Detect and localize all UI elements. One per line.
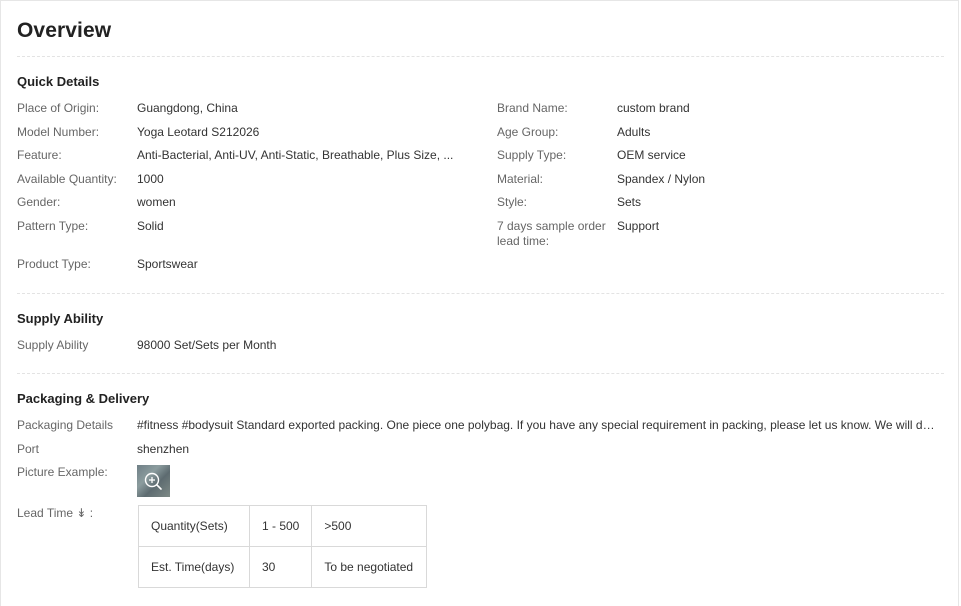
detail-label: Place of Origin: <box>17 101 100 115</box>
quick-details-heading: Quick Details <box>17 74 100 89</box>
divider <box>17 293 944 294</box>
detail-value: Solid <box>137 219 164 233</box>
detail-label: Supply Type: <box>497 148 567 162</box>
detail-value: 1000 <box>137 172 164 186</box>
detail-value: OEM service <box>617 148 686 162</box>
detail-label: Supply Ability <box>17 338 89 352</box>
detail-value: 98000 Set/Sets per Month <box>137 338 277 352</box>
detail-label: Pattern Type: <box>17 219 89 233</box>
zoom-in-icon <box>144 472 162 490</box>
supply-ability-heading: Supply Ability <box>17 311 104 326</box>
detail-label: Product Type: <box>17 257 91 271</box>
detail-value: Yoga Leotard S212026 <box>137 125 260 139</box>
lead-time-table: Quantity(Sets) 1 - 500 >500 Est. Time(da… <box>138 505 428 588</box>
picture-example-thumbnail[interactable] <box>137 465 170 497</box>
detail-label: Material: <box>497 172 544 186</box>
packaging-heading: Packaging & Delivery <box>17 391 150 406</box>
detail-value: Support <box>617 219 660 233</box>
detail-label: Packaging Details <box>17 418 114 432</box>
detail-label: Available Quantity: <box>17 172 117 186</box>
detail-value: Sets <box>617 195 642 209</box>
packaging-details-value: #fitness #bodysuit Standard exported pac… <box>137 418 940 432</box>
detail-value: Adults <box>617 125 651 139</box>
overview-panel: Overview Quick Details Place of Origin: … <box>0 0 959 606</box>
detail-label: Model Number: <box>17 125 100 139</box>
lead-time-label: Lead Time ↡ : <box>17 506 94 520</box>
table-cell: Quantity(Sets) <box>138 505 250 547</box>
detail-value: custom brand <box>617 101 690 115</box>
divider <box>17 373 944 374</box>
detail-value: Guangdong, China <box>137 101 238 115</box>
detail-label: Feature: <box>17 148 62 162</box>
detail-label: Age Group: <box>497 125 559 139</box>
detail-label: Brand Name: <box>497 101 568 115</box>
detail-label: 7 days sample order lead time: <box>497 219 606 248</box>
detail-value: women <box>137 195 176 209</box>
table-cell: 30 <box>248 546 313 588</box>
table-row: Est. Time(days) 30 To be negotiated <box>138 546 428 588</box>
detail-label: Gender: <box>17 195 61 209</box>
table-row: Quantity(Sets) 1 - 500 >500 <box>138 505 428 547</box>
detail-label: Port <box>17 442 40 456</box>
table-cell: >500 <box>311 505 428 547</box>
table-cell: Est. Time(days) <box>138 546 250 588</box>
detail-value: Sportswear <box>137 257 198 271</box>
detail-value: Spandex / Nylon <box>617 172 706 186</box>
table-cell: 1 - 500 <box>248 505 313 547</box>
table-cell: To be negotiated <box>311 546 428 588</box>
detail-value: shenzhen <box>137 442 190 456</box>
detail-label: Picture Example: <box>17 465 108 479</box>
detail-value: Anti-Bacterial, Anti-UV, Anti-Static, Br… <box>137 148 454 162</box>
page-title: Overview <box>17 19 112 42</box>
detail-label: Style: <box>497 195 528 209</box>
divider <box>17 56 944 57</box>
